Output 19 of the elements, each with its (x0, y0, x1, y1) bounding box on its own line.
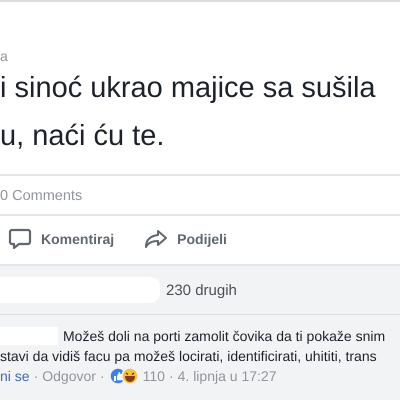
post-text-line: u, naći ću te. (0, 119, 164, 154)
separator: · (100, 368, 105, 384)
comment-text-line: stavi da vidiš facu pa možeš locirati, identificirati, uhititi, trans (0, 347, 377, 365)
separator: · (168, 368, 174, 384)
speech-bubble-icon (8, 228, 32, 250)
reaction-count[interactable]: 110 (142, 368, 165, 384)
share-arrow-icon (144, 229, 168, 249)
separator: · (34, 368, 38, 384)
like-link[interactable]: ni se (0, 368, 30, 384)
reactions-link[interactable]: 230 drugih (166, 282, 237, 298)
post-text-line: i sinoć ukrao majice sa sušila (0, 71, 376, 106)
action-button[interactable]: Podijeli (144, 226, 227, 252)
comments-count[interactable]: 0 Comments (0, 188, 82, 204)
reaction-icons (108, 367, 139, 385)
reply-link[interactable]: Odgovor (42, 368, 96, 384)
author-name[interactable]: a (0, 48, 8, 64)
action-button[interactable]: Komentiraj (8, 226, 114, 252)
comment-time[interactable]: 4. lipnja u 17:27 (178, 368, 276, 384)
comment-text-line: Možeš doli na porti zamolit čovika da ti pokaže snim (63, 327, 386, 345)
